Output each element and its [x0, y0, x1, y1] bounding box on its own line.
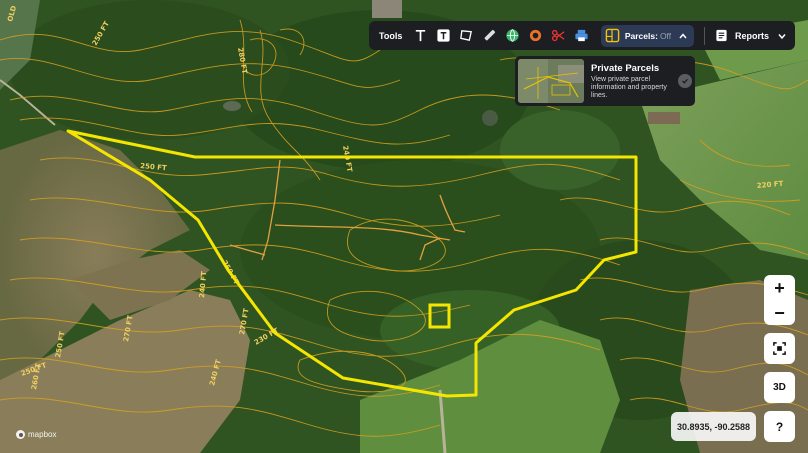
- parcels-icon: [605, 28, 620, 43]
- reports-icon: [716, 29, 727, 42]
- mapbox-attribution[interactable]: mapbox: [16, 430, 56, 439]
- ruler-icon[interactable]: [480, 25, 500, 47]
- mapbox-logo-icon: [16, 430, 25, 439]
- parcels-toggle[interactable]: Parcels: Off: [600, 24, 695, 47]
- text-icon[interactable]: [410, 25, 430, 47]
- chevron-up-icon: [679, 32, 687, 38]
- private-parcels-popup[interactable]: Private Parcels View private parcel info…: [515, 56, 695, 106]
- help-button[interactable]: ?: [764, 411, 795, 442]
- checkmark-icon[interactable]: [678, 74, 692, 88]
- globe-icon[interactable]: [503, 25, 523, 47]
- fit-bounds-button[interactable]: [764, 333, 795, 364]
- reports-button[interactable]: Reports: [715, 29, 787, 42]
- popup-title: Private Parcels: [591, 62, 660, 74]
- parcels-state: Off: [659, 30, 672, 41]
- printer-icon[interactable]: [572, 25, 592, 47]
- parcels-label: Parcels:: [624, 30, 658, 41]
- mapbox-text: mapbox: [28, 430, 57, 439]
- circle-target-icon[interactable]: [526, 25, 546, 47]
- scissors-icon[interactable]: [549, 25, 569, 47]
- zoom-control: + −: [764, 275, 795, 325]
- tools-label: Tools: [379, 30, 403, 41]
- chevron-down-icon: [778, 33, 786, 39]
- parcels-thumbnail: [518, 59, 584, 103]
- map-toolbar: Tools Parcels: Off Reports: [369, 21, 795, 50]
- 3d-toggle-button[interactable]: 3D: [764, 372, 795, 403]
- reports-label: Reports: [735, 30, 770, 41]
- toolbar-divider: [704, 26, 706, 45]
- fit-bounds-icon: [773, 342, 786, 355]
- zoom-out-button[interactable]: −: [764, 300, 795, 325]
- coordinates-readout: 30.8935, -90.2588: [671, 412, 756, 441]
- zoom-in-button[interactable]: +: [764, 275, 795, 300]
- text-box-icon[interactable]: [433, 25, 453, 47]
- polygon-icon[interactable]: [456, 25, 476, 47]
- popup-description: View private parcel information and prop…: [591, 75, 667, 99]
